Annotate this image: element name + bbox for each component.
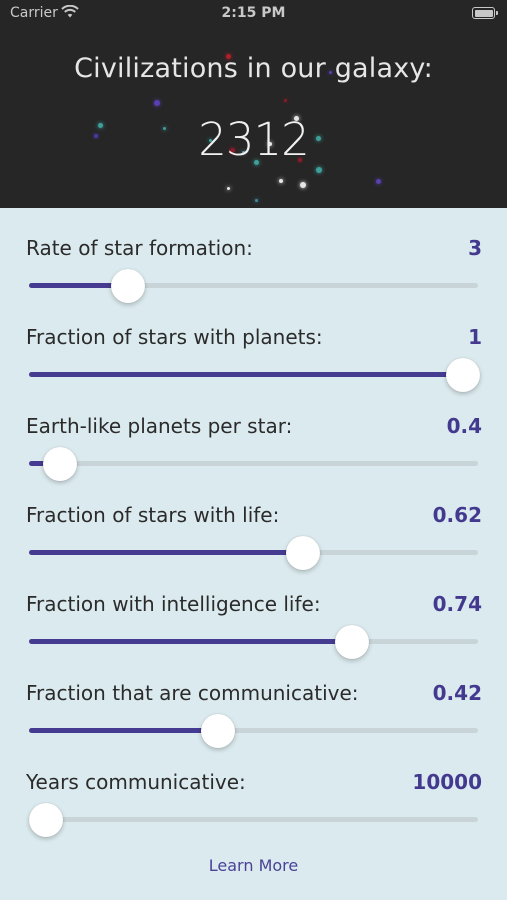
slider-value: 0.62 [432,503,482,527]
slider-value: 0.74 [432,592,482,616]
star-dot [154,100,160,106]
civilization-count: 2312 [198,113,310,166]
star-dot [226,186,230,190]
slider-row: Earth-like planets per star: 0.4 [0,386,507,481]
slider-track[interactable] [29,625,478,659]
slider-fill [29,550,303,555]
slider-row: Years communicative: 10000 [0,742,507,837]
slider-label: Years communicative: [26,770,246,794]
slider-value: 10000 [412,770,482,794]
slider-label: Fraction of stars with life: [26,503,280,527]
star-dot [254,198,258,202]
slider-track[interactable] [29,714,478,748]
status-time: 2:15 PM [221,5,286,21]
slider-track[interactable] [29,803,478,837]
page-title: Civilizations in our galaxy: [74,53,433,84]
slider-row: Fraction of stars with planets: 1 [0,297,507,392]
slider-track[interactable] [29,269,478,303]
slider-fill [29,639,352,644]
slider-value: 3 [468,236,482,260]
slider-label: Rate of star formation: [26,236,253,260]
slider-label: Fraction of stars with planets: [26,325,323,349]
slider-track[interactable] [29,536,478,570]
learn-more-link[interactable]: Learn More [0,856,507,875]
star-dot [316,167,322,173]
slider-fill [29,728,218,733]
slider-fill [29,372,478,377]
slider-row: Fraction of stars with life: 0.62 [0,475,507,570]
slider-track[interactable] [29,447,478,481]
slider-track[interactable] [29,358,480,392]
slider-label: Fraction that are communicative: [26,681,359,705]
slider-row: Fraction that are communicative: 0.42 [0,653,507,748]
slider-label: Fraction with intelligence life: [26,592,321,616]
slider-value: 1 [468,325,482,349]
status-bar: Carrier 2:15 PM [0,0,507,28]
slider-row: Rate of star formation: 3 [0,208,507,303]
slider-thumb[interactable] [29,803,63,837]
slider-row: Fraction with intelligence life: 0.74 [0,564,507,659]
battery-icon [472,7,498,19]
star-dot [283,98,287,102]
slider-label: Earth-like planets per star: [26,414,293,438]
slider-value: 0.42 [432,681,482,705]
slider-value: 0.4 [446,414,482,438]
header: Carrier 2:15 PM Civilizations in our gal… [0,0,507,208]
star-dot [300,182,306,188]
star-dot [375,178,381,184]
star-dot [279,179,283,183]
